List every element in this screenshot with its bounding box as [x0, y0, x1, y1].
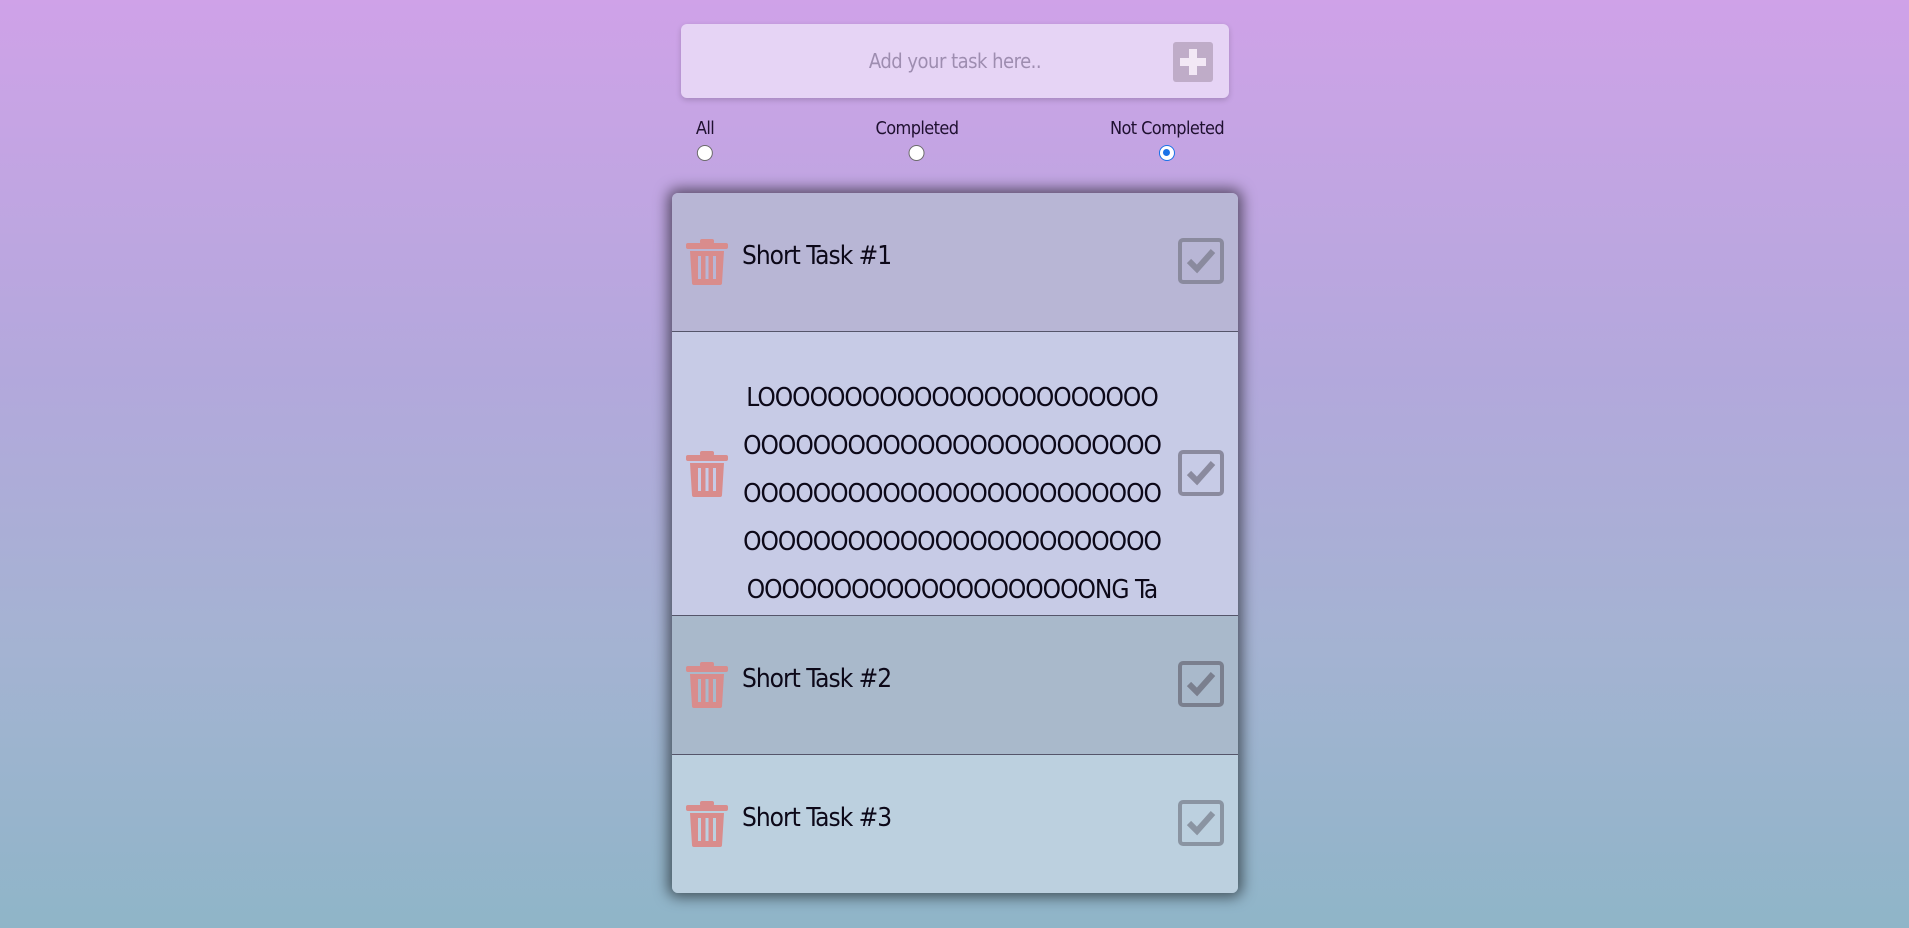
trash-icon[interactable]: [686, 239, 728, 285]
filter-not-completed[interactable]: Not Completed: [1109, 116, 1225, 165]
trash-icon[interactable]: [686, 451, 728, 497]
task-item: Short Task #3: [672, 755, 1238, 893]
checkbox-check-icon[interactable]: [1178, 450, 1224, 496]
filter-all[interactable]: All: [695, 116, 715, 165]
checkbox-check-icon[interactable]: [1178, 661, 1224, 707]
task-item: Short Task #2: [672, 616, 1238, 755]
task-text: Short Task #2: [742, 664, 892, 694]
trash-icon[interactable]: [686, 801, 728, 847]
filter-not-completed-radio[interactable]: [1158, 145, 1175, 161]
filter-all-label: All: [695, 118, 715, 139]
plus-icon: [1180, 49, 1206, 75]
filter-completed[interactable]: Completed: [876, 116, 959, 165]
filter-not-completed-label: Not Completed: [1109, 118, 1225, 139]
filter-all-radio[interactable]: [697, 145, 713, 161]
task-list: Short Task #1 LOOOOOOOOOOOOOOOOOOOOOOOOO…: [672, 193, 1238, 893]
task-text: Short Task #1: [742, 241, 892, 271]
trash-icon[interactable]: [686, 662, 728, 708]
checkbox-check-icon[interactable]: [1178, 238, 1224, 284]
add-task-button[interactable]: [1173, 42, 1213, 82]
filter-group: All Completed Not Completed: [0, 116, 1909, 172]
add-task-bar: [681, 24, 1229, 98]
add-task-input[interactable]: [681, 24, 1229, 98]
task-item: Short Task #1: [672, 193, 1238, 332]
checkbox-check-icon[interactable]: [1178, 800, 1224, 846]
task-item: LOOOOOOOOOOOOOOOOOOOOOOOOOOOOOOOOOOOOOOO…: [672, 332, 1238, 653]
task-text: Short Task #3: [742, 803, 892, 833]
filter-completed-label: Completed: [875, 118, 960, 139]
filter-completed-radio[interactable]: [908, 145, 925, 161]
